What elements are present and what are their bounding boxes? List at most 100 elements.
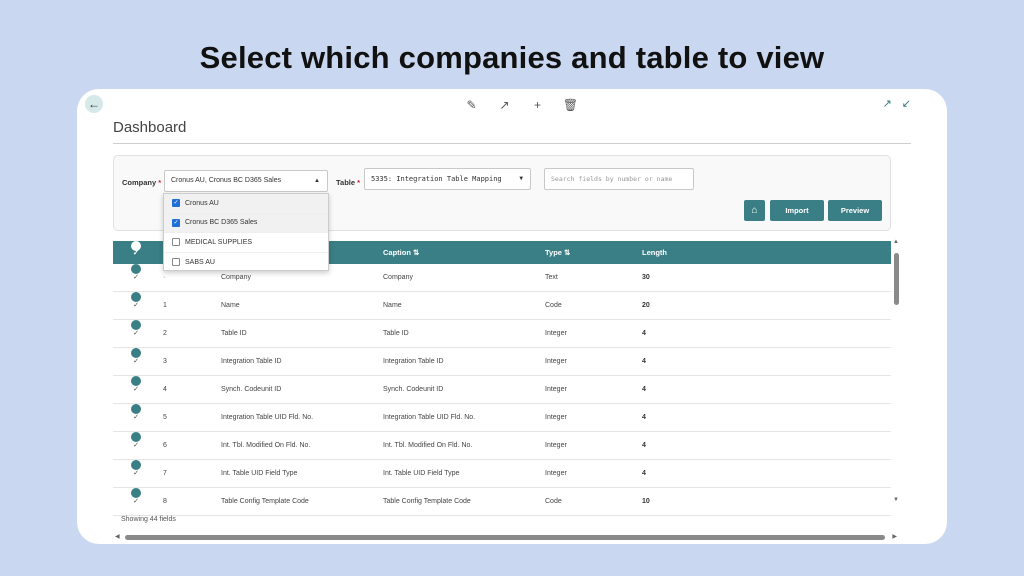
table-row[interactable]: ✓ 6 Int. Tbl. Modified On Fld. No. Int. Tbl…: [113, 432, 891, 460]
field-type: Integer: [545, 470, 567, 477]
import-button[interactable]: Import: [770, 200, 824, 221]
table-row[interactable]: ✓ 3 Integration Table ID Integration Table …: [113, 348, 891, 376]
company-option[interactable]: SABS AU: [164, 253, 328, 273]
home-button[interactable]: ⌂: [744, 200, 765, 221]
field-type: Code: [545, 498, 562, 505]
table-row[interactable]: ✓ 7 Int. Table UID Field Type Int. Table UI…: [113, 460, 891, 488]
field-number: 2: [163, 330, 167, 337]
caret-up-icon: ▲: [314, 178, 320, 184]
caret-down-icon: ▼: [519, 175, 523, 182]
table-combobox[interactable]: 5335: Integration Table Mapping ▼: [364, 168, 531, 190]
open-new-window-icon[interactable]: ↗: [883, 97, 892, 110]
delete-trash-icon[interactable]: 🗑: [554, 97, 587, 113]
page-title: Dashboard: [113, 119, 187, 136]
field-length: 30: [642, 274, 650, 281]
collapse-icon[interactable]: ↙: [902, 97, 911, 110]
caption-column-header[interactable]: Caption ⇅: [383, 241, 419, 264]
horizontal-scroll-thumb[interactable]: [125, 535, 885, 540]
company-combobox-value: Cronus AU, Cronus BC D365 Sales: [171, 177, 282, 184]
row-check-icon[interactable]: ✓: [131, 320, 141, 337]
fields-grid: ✓ Caption ⇅ Type ⇅ Length ✓ · Company Compa…: [113, 241, 891, 516]
row-check-icon[interactable]: ✓: [131, 460, 141, 477]
checkbox-unchecked-icon[interactable]: [172, 258, 180, 267]
scroll-up-icon[interactable]: ▲: [893, 239, 899, 245]
back-arrow-icon[interactable]: ←: [85, 95, 103, 113]
field-type: Text: [545, 274, 558, 281]
scroll-left-icon[interactable]: ◀: [115, 533, 120, 540]
field-length: 4: [642, 442, 646, 449]
title-divider: [113, 143, 911, 144]
vertical-scroll-thumb[interactable]: [894, 253, 899, 305]
window-controls: ↗ ↙: [883, 97, 911, 110]
field-search-input[interactable]: Search fields by number or name: [544, 168, 694, 190]
table-combobox-value: 5335: Integration Table Mapping: [371, 175, 502, 183]
table-row[interactable]: ✓ 8 Table Config Template Code Table Config…: [113, 488, 891, 516]
checkbox-checked-icon[interactable]: ✓: [172, 199, 180, 208]
field-number: 7: [163, 470, 167, 477]
field-length: 4: [642, 470, 646, 477]
row-check-icon[interactable]: ✓: [131, 432, 141, 449]
field-type: Integer: [545, 386, 567, 393]
row-check-icon[interactable]: ✓: [131, 376, 141, 393]
action-bar: ✎ ↗ + 🗑: [455, 97, 587, 113]
scroll-right-icon[interactable]: ▶: [892, 533, 897, 540]
scroll-down-icon[interactable]: ▼: [893, 497, 899, 503]
table-label: Table *: [336, 178, 361, 187]
field-name: Name: [221, 302, 240, 309]
checkbox-checked-icon[interactable]: ✓: [172, 218, 180, 227]
company-dropdown: ✓ Cronus AU ✓ Cronus BC D365 Sales MEDIC…: [163, 193, 329, 271]
field-type: Integer: [545, 442, 567, 449]
field-number: 4: [163, 386, 167, 393]
table-row[interactable]: ✓ 5 Integration Table UID Fld. No. Integrat…: [113, 404, 891, 432]
type-column-header[interactable]: Type ⇅: [545, 241, 570, 264]
checkbox-unchecked-icon[interactable]: [172, 238, 180, 247]
field-name: Table ID: [221, 330, 247, 337]
share-icon[interactable]: ↗: [488, 97, 521, 113]
field-caption: Int. Table UID Field Type: [383, 470, 460, 477]
row-check-icon[interactable]: ✓: [131, 348, 141, 365]
field-length: 4: [642, 358, 646, 365]
app-window: ← ✎ ↗ + 🗑 ↗ ↙ Dashboard Company * Cronus…: [77, 89, 947, 544]
field-name: Synch. Codeunit ID: [221, 386, 282, 393]
field-name: Integration Table ID: [221, 358, 282, 365]
company-option[interactable]: ✓ Cronus BC D365 Sales: [164, 213, 328, 233]
company-label: Company *: [122, 178, 162, 187]
table-row[interactable]: ✓ 2 Table ID Table ID Integer 4: [113, 320, 891, 348]
field-type: Integer: [545, 414, 567, 421]
company-combobox[interactable]: Cronus AU, Cronus BC D365 Sales ▲: [164, 170, 328, 192]
table-row[interactable]: ✓ 1 Name Name Code 20: [113, 292, 891, 320]
field-type: Integer: [545, 330, 567, 337]
field-number: 1: [163, 302, 167, 309]
field-name: Integration Table UID Fld. No.: [221, 414, 314, 421]
company-option-label: MEDICAL SUPPLIES: [185, 238, 253, 246]
add-plus-icon[interactable]: +: [521, 97, 554, 113]
field-name: Int. Tbl. Modified On Fld. No.: [221, 442, 311, 449]
row-check-icon[interactable]: ✓: [131, 264, 141, 281]
field-number: 8: [163, 498, 167, 505]
field-caption: Name: [383, 302, 402, 309]
row-check-icon[interactable]: ✓: [131, 404, 141, 421]
field-length: 10: [642, 498, 650, 505]
field-name: Int. Table UID Field Type: [221, 470, 298, 477]
field-length: 4: [642, 386, 646, 393]
edit-pencil-icon[interactable]: ✎: [455, 97, 488, 113]
table-row[interactable]: ✓ 4 Synch. Codeunit ID Synch. Codeunit ID In…: [113, 376, 891, 404]
vertical-scrollbar[interactable]: ▲ ▼: [893, 239, 899, 505]
row-check-icon[interactable]: ✓: [131, 488, 141, 505]
search-placeholder: Search fields by number or name: [551, 175, 673, 183]
field-length: 20: [642, 302, 650, 309]
company-option[interactable]: ✓ Cronus AU: [164, 194, 328, 214]
field-type: Code: [545, 302, 562, 309]
field-number: 5: [163, 414, 167, 421]
company-option[interactable]: MEDICAL SUPPLIES: [164, 233, 328, 253]
preview-button[interactable]: Preview: [828, 200, 882, 221]
horizontal-scrollbar[interactable]: ◀ ▶: [115, 533, 897, 540]
field-caption: Synch. Codeunit ID: [383, 386, 444, 393]
field-count: Showing 44 fields: [121, 516, 176, 523]
select-all-check-icon[interactable]: ✓: [131, 241, 141, 257]
length-column-header[interactable]: Length: [642, 241, 667, 264]
field-name: Table Config Template Code: [221, 498, 309, 505]
field-caption: Table ID: [383, 330, 409, 337]
row-check-icon[interactable]: ✓: [131, 292, 141, 309]
company-option-label: SABS AU: [185, 258, 215, 266]
